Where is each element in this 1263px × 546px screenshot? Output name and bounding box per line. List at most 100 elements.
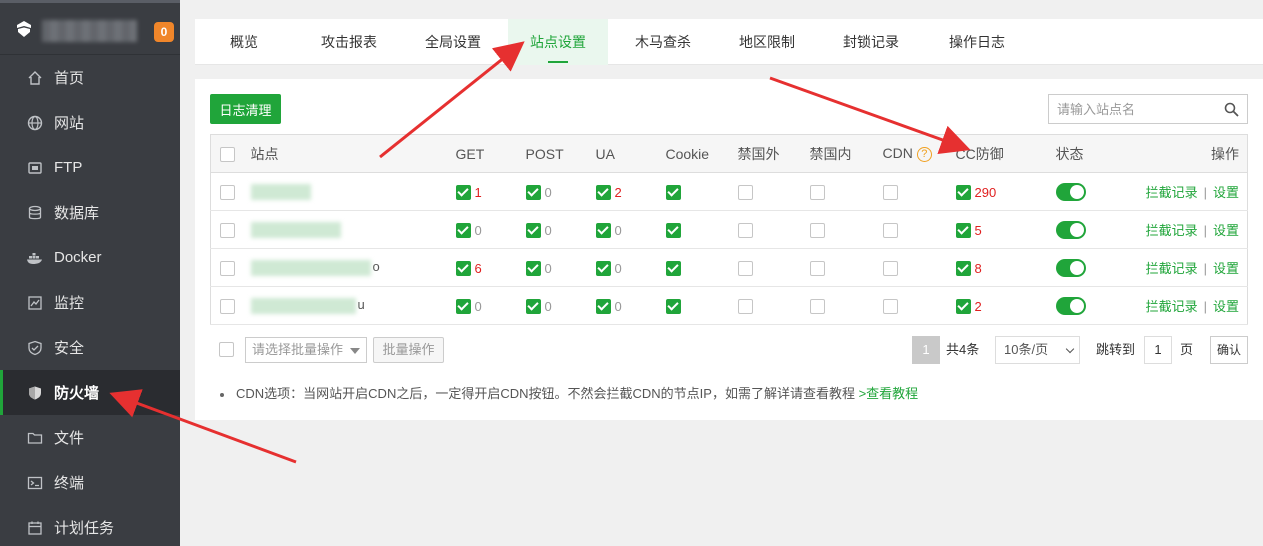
cookie-checkbox[interactable] <box>665 298 681 314</box>
settings-link[interactable]: 设置 <box>1213 185 1239 200</box>
batch-action-button[interactable]: 批量操作 <box>373 337 444 363</box>
sidebar-item-folder[interactable]: 文件 <box>0 415 180 460</box>
get-checkbox[interactable] <box>455 184 471 200</box>
cc-count: 5 <box>974 222 982 238</box>
site-name-visible[interactable]: u <box>358 297 365 312</box>
cc-checkbox[interactable] <box>955 298 971 314</box>
page-1-button[interactable]: 1 <box>912 336 940 364</box>
row-checkbox[interactable] <box>220 184 235 200</box>
firewall-shield-icon <box>26 384 44 402</box>
sidebar-item-database[interactable]: 数据库 <box>0 190 180 235</box>
sidebar-item-docker[interactable]: Docker <box>0 235 180 280</box>
cookie-checkbox[interactable] <box>665 222 681 238</box>
cc-checkbox[interactable] <box>955 184 971 200</box>
settings-link[interactable]: 设置 <box>1213 299 1239 314</box>
intercept-log-link[interactable]: 拦截记录 <box>1146 261 1198 276</box>
row-checkbox[interactable] <box>220 222 235 238</box>
post-checkbox[interactable] <box>525 184 541 200</box>
tab-3[interactable]: 站点设置 <box>508 19 608 65</box>
col-ua: UA <box>595 134 666 173</box>
sidebar-item-terminal[interactable]: 终端 <box>0 460 180 505</box>
ua-checkbox[interactable] <box>595 222 611 238</box>
cc-checkbox[interactable] <box>955 260 971 276</box>
ua-checkbox[interactable] <box>595 298 611 314</box>
get-checkbox[interactable] <box>455 298 471 314</box>
sidebar-item-label: 数据库 <box>54 205 100 222</box>
row-checkbox[interactable] <box>220 298 235 314</box>
tab-1[interactable]: 攻击报表 <box>307 19 391 65</box>
col-cookie: Cookie <box>665 134 738 173</box>
post-checkbox[interactable] <box>525 222 541 238</box>
clear-log-button[interactable]: 日志清理 <box>210 94 281 124</box>
col-cdn: CDN? <box>882 134 956 173</box>
cdn-checkbox[interactable] <box>882 184 898 200</box>
tab-5[interactable]: 地区限制 <box>725 19 809 65</box>
status-toggle[interactable] <box>1055 258 1086 277</box>
post-checkbox[interactable] <box>525 260 541 276</box>
tab-6[interactable]: 封锁记录 <box>829 19 913 65</box>
cdn-checkbox[interactable] <box>882 298 898 314</box>
goto-page-input[interactable]: 1 <box>1144 336 1172 364</box>
get-count: 0 <box>474 298 482 314</box>
cookie-checkbox[interactable] <box>665 184 681 200</box>
site-name-visible[interactable]: o <box>373 259 380 274</box>
site-name-blurred <box>250 221 341 238</box>
site-name-blurred <box>250 183 311 200</box>
sidebar-item-ftp[interactable]: FTP <box>0 145 180 190</box>
status-toggle[interactable] <box>1055 220 1086 239</box>
block-domestic-checkbox[interactable] <box>809 184 825 200</box>
cookie-checkbox[interactable] <box>665 260 681 276</box>
batch-action-select[interactable]: 请选择批量操作 <box>245 337 367 363</box>
page-size-select[interactable]: 10条/页 <box>995 336 1080 364</box>
post-checkbox[interactable] <box>525 298 541 314</box>
block-domestic-checkbox[interactable] <box>809 260 825 276</box>
view-tutorial-link[interactable]: >查看教程 <box>859 386 919 401</box>
ua-checkbox[interactable] <box>595 260 611 276</box>
ua-checkbox[interactable] <box>595 184 611 200</box>
search-icon[interactable] <box>1224 102 1239 120</box>
cc-checkbox[interactable] <box>955 222 971 238</box>
settings-link[interactable]: 设置 <box>1213 261 1239 276</box>
col-get: GET <box>455 134 526 173</box>
shield-check-icon <box>26 339 44 357</box>
get-checkbox[interactable] <box>455 222 471 238</box>
cdn-checkbox[interactable] <box>882 222 898 238</box>
block-foreign-checkbox[interactable] <box>737 298 753 314</box>
intercept-log-link[interactable]: 拦截记录 <box>1146 223 1198 238</box>
status-toggle[interactable] <box>1055 296 1086 315</box>
tab-4[interactable]: 木马查杀 <box>621 19 705 65</box>
sidebar-item-monitor[interactable]: 监控 <box>0 280 180 325</box>
block-foreign-checkbox[interactable] <box>737 184 753 200</box>
search-input[interactable] <box>1049 95 1209 123</box>
sidebar-item-calendar[interactable]: 计划任务 <box>0 505 180 546</box>
tab-0[interactable]: 概览 <box>213 19 275 65</box>
select-all-checkbox[interactable] <box>220 146 235 162</box>
tab-7[interactable]: 操作日志 <box>933 19 1021 65</box>
intercept-log-link[interactable]: 拦截记录 <box>1146 185 1198 200</box>
intercept-log-link[interactable]: 拦截记录 <box>1146 299 1198 314</box>
settings-link[interactable]: 设置 <box>1213 223 1239 238</box>
table-header-row: 站点 GET POST UA Cookie 禁国外 禁国内 CDN? CC防御 … <box>210 134 1248 173</box>
block-foreign-checkbox[interactable] <box>737 222 753 238</box>
help-icon[interactable]: ? <box>916 146 932 162</box>
notification-badge[interactable]: 0 <box>154 22 174 42</box>
monitor-icon <box>26 294 44 312</box>
footer-select-all-checkbox[interactable] <box>219 342 234 357</box>
confirm-goto-button[interactable]: 确认 <box>1210 336 1248 364</box>
status-toggle[interactable] <box>1055 182 1086 201</box>
table-row: o 6 0 0 8 拦截记录 | 设置 <box>210 248 1248 287</box>
ua-count: 0 <box>614 260 622 276</box>
block-domestic-checkbox[interactable] <box>809 298 825 314</box>
sidebar-item-firewall-shield[interactable]: 防火墙 <box>0 370 180 415</box>
sidebar-item-shield-check[interactable]: 安全 <box>0 325 180 370</box>
cdn-checkbox[interactable] <box>882 260 898 276</box>
block-foreign-checkbox[interactable] <box>737 260 753 276</box>
chevron-down-icon <box>350 348 360 354</box>
get-checkbox[interactable] <box>455 260 471 276</box>
sidebar-item-home[interactable]: 首页 <box>0 55 180 100</box>
tab-2[interactable]: 全局设置 <box>410 19 496 65</box>
row-checkbox[interactable] <box>220 260 235 276</box>
block-domestic-checkbox[interactable] <box>809 222 825 238</box>
terminal-icon <box>26 474 44 492</box>
sidebar-item-globe[interactable]: 网站 <box>0 100 180 145</box>
